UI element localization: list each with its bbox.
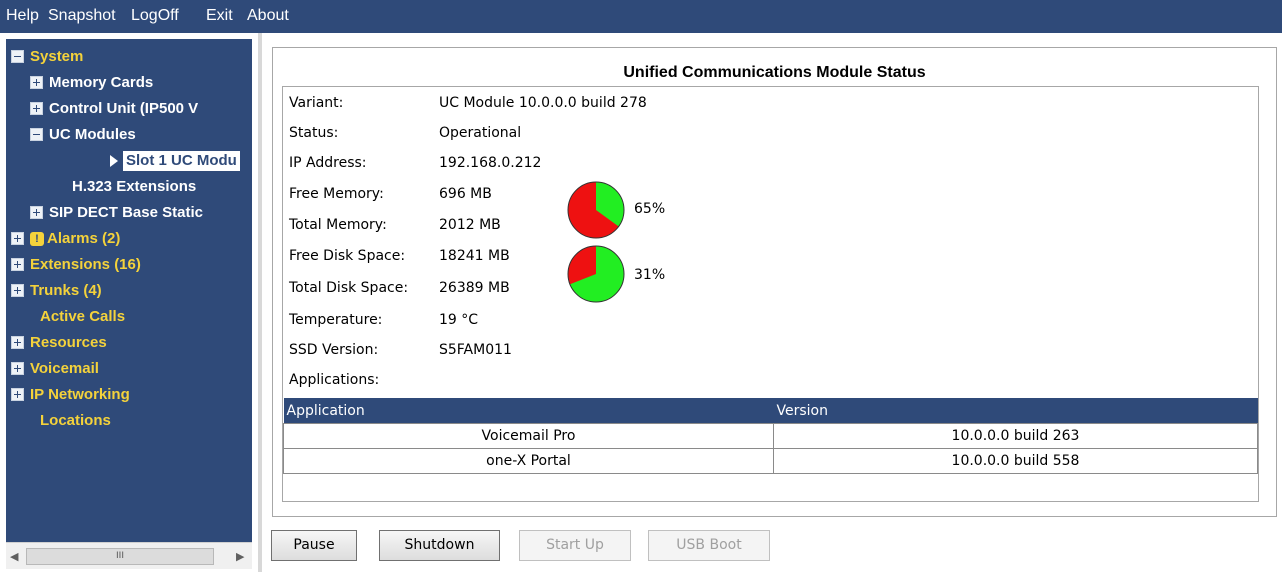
menu-snapshot[interactable]: Snapshot [48, 7, 116, 25]
table-header-row: Application Version [283, 398, 1258, 424]
free-disk-value: 18241 MB [439, 248, 510, 264]
panel-splitter[interactable] [258, 33, 262, 572]
tree-item-uc-modules[interactable]: UC Modules [30, 123, 136, 147]
menu-help[interactable]: Help [6, 7, 39, 25]
startup-button[interactable]: Start Up [519, 530, 631, 561]
collapse-icon[interactable] [30, 127, 43, 141]
applications-table: Application Version Voicemail Pro 10.0.0… [283, 398, 1258, 474]
expand-icon[interactable] [11, 257, 24, 271]
menu-exit[interactable]: Exit [206, 7, 233, 25]
status-value: Operational [439, 125, 522, 141]
table-row[interactable]: one-X Portal 10.0.0.0 build 558 [283, 448, 1258, 474]
tree-item-voicemail[interactable]: Voicemail [11, 357, 99, 381]
variant-value: UC Module 10.0.0.0 build 278 [439, 95, 647, 111]
tree-item-trunks[interactable]: Trunks (4) [11, 279, 102, 303]
expand-icon[interactable] [11, 335, 24, 349]
free-memory-label: Free Memory: [289, 186, 384, 202]
navigation-tree: System Memory Cards Control Unit (IP500 … [6, 39, 252, 542]
menu-logoff[interactable]: LogOff [131, 7, 179, 25]
tree-item-control-unit[interactable]: Control Unit (IP500 V [30, 97, 198, 121]
variant-label: Variant: [289, 95, 344, 111]
disk-usage-pie [567, 245, 625, 303]
collapse-icon[interactable] [11, 49, 24, 63]
tree-item-active-calls[interactable]: Active Calls [40, 305, 125, 329]
expand-icon[interactable] [11, 387, 24, 401]
applications-label: Applications: [289, 372, 380, 388]
expand-icon[interactable] [30, 75, 43, 89]
total-disk-label: Total Disk Space: [289, 280, 409, 296]
expand-icon[interactable] [11, 283, 24, 297]
expand-icon[interactable] [11, 361, 24, 375]
ssd-version-value: S5FAM011 [439, 342, 512, 358]
panel-title: Unified Communications Module Status [623, 64, 926, 81]
menu-about[interactable]: About [247, 7, 289, 25]
ip-address-value: 192.168.0.212 [439, 155, 542, 171]
tree-item-alarms[interactable]: ! Alarms (2) [11, 227, 120, 251]
expand-icon[interactable] [30, 205, 43, 219]
scroll-left-icon[interactable]: ◀ [10, 550, 18, 563]
expand-icon[interactable] [11, 231, 24, 245]
ssd-version-label: SSD Version: [289, 342, 379, 358]
warning-icon: ! [30, 232, 44, 247]
usb-boot-button[interactable]: USB Boot [648, 530, 770, 561]
table-row[interactable]: Voicemail Pro 10.0.0.0 build 263 [283, 423, 1258, 449]
memory-usage-percent: 65% [634, 201, 666, 217]
memory-usage-pie [567, 181, 625, 239]
scrollbar-thumb[interactable]: III [26, 548, 214, 565]
free-disk-label: Free Disk Space: [289, 248, 406, 264]
ip-address-label: IP Address: [289, 155, 367, 171]
tree-item-sip-dect[interactable]: SIP DECT Base Static [30, 201, 203, 225]
scroll-right-icon[interactable]: ▶ [236, 550, 244, 563]
tree-item-system[interactable]: System [11, 45, 83, 69]
tree-item-h323-extensions[interactable]: H.323 Extensions [72, 175, 196, 199]
horizontal-scrollbar[interactable]: ◀ III ▶ [6, 542, 252, 569]
tree-item-resources[interactable]: Resources [11, 331, 107, 355]
free-memory-value: 696 MB [439, 186, 492, 202]
tree-item-ip-networking[interactable]: IP Networking [11, 383, 130, 407]
shutdown-button[interactable]: Shutdown [379, 530, 500, 561]
menu-bar: Help Snapshot LogOff Exit About [0, 0, 1282, 33]
app-name-cell: one-X Portal [283, 448, 774, 474]
app-version-cell: 10.0.0.0 build 263 [773, 423, 1258, 449]
column-header-version[interactable]: Version [773, 398, 1258, 424]
navigation-tree-panel: System Memory Cards Control Unit (IP500 … [0, 33, 262, 572]
expand-icon[interactable] [30, 101, 43, 115]
selected-arrow-icon [110, 155, 118, 168]
temperature-value: 19 °C [439, 312, 479, 328]
tree-item-memory-cards[interactable]: Memory Cards [30, 71, 153, 95]
column-header-application[interactable]: Application [283, 398, 774, 424]
app-version-cell: 10.0.0.0 build 558 [773, 448, 1258, 474]
total-memory-label: Total Memory: [289, 217, 387, 233]
tree-item-locations[interactable]: Locations [40, 409, 111, 433]
disk-usage-percent: 31% [634, 267, 666, 283]
tree-item-extensions[interactable]: Extensions (16) [11, 253, 141, 277]
pause-button[interactable]: Pause [271, 530, 357, 561]
total-disk-value: 26389 MB [439, 280, 510, 296]
tree-item-slot1-uc-module[interactable]: Slot 1 UC Modu [110, 149, 240, 173]
temperature-label: Temperature: [289, 312, 383, 328]
status-label: Status: [289, 125, 339, 141]
app-name-cell: Voicemail Pro [283, 423, 774, 449]
total-memory-value: 2012 MB [439, 217, 501, 233]
